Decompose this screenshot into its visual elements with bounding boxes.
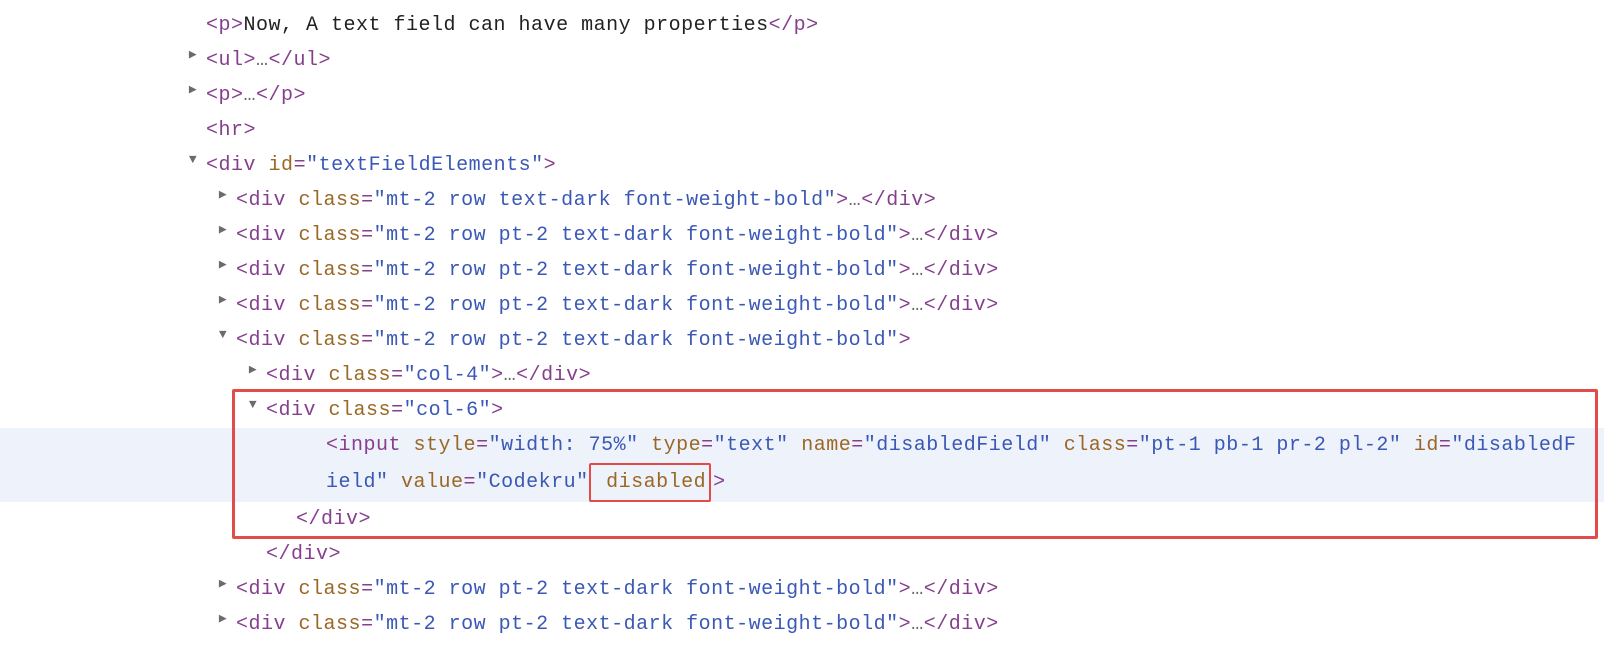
code-line: </div>: [296, 502, 1604, 537]
highlight-box-inner: disabled: [589, 463, 712, 502]
expand-icon[interactable]: ▶: [210, 219, 236, 242]
dom-node-div-col6-close[interactable]: ▶ </div>: [0, 502, 1604, 537]
dom-node-div-row1[interactable]: ▶ <div class="mt-2 row text-dark font-we…: [0, 183, 1604, 218]
dom-node-div-row5-open[interactable]: ▼ <div class="mt-2 row pt-2 text-dark fo…: [0, 323, 1604, 358]
code-line: <div class="mt-2 row pt-2 text-dark font…: [236, 572, 1604, 607]
dom-node-div-row2[interactable]: ▶ <div class="mt-2 row pt-2 text-dark fo…: [0, 218, 1604, 253]
collapse-icon[interactable]: ▼: [180, 149, 206, 172]
code-line: <div class="mt-2 row pt-2 text-dark font…: [236, 607, 1604, 642]
dom-node-div-row5-close[interactable]: ▶ </div>: [0, 537, 1604, 572]
dom-node-div-row3[interactable]: ▶ <div class="mt-2 row pt-2 text-dark fo…: [0, 253, 1604, 288]
expand-icon[interactable]: ▶: [210, 254, 236, 277]
collapse-icon[interactable]: ▼: [240, 394, 266, 417]
code-line: <div class="mt-2 row text-dark font-weig…: [236, 183, 1604, 218]
expand-icon[interactable]: ▶: [180, 79, 206, 102]
code-line: <p>Now, A text field can have many prope…: [206, 8, 1604, 43]
collapse-icon[interactable]: ▼: [210, 324, 236, 347]
code-line: <div class="mt-2 row pt-2 text-dark font…: [236, 323, 1604, 358]
dom-node-p-text[interactable]: ▶ <p>Now, A text field can have many pro…: [0, 8, 1604, 43]
dom-node-div-row4[interactable]: ▶ <div class="mt-2 row pt-2 text-dark fo…: [0, 288, 1604, 323]
code-line: <div id="textFieldElements">: [206, 148, 1604, 183]
dom-node-div-row6[interactable]: ▶ <div class="mt-2 row pt-2 text-dark fo…: [0, 572, 1604, 607]
dom-tree: ▶ <p>Now, A text field can have many pro…: [0, 0, 1604, 642]
dom-node-div-row7[interactable]: ▶ <div class="mt-2 row pt-2 text-dark fo…: [0, 607, 1604, 642]
code-line: <div class="mt-2 row pt-2 text-dark font…: [236, 288, 1604, 323]
code-line: <p>…</p>: [206, 78, 1604, 113]
code-line: <div class="mt-2 row pt-2 text-dark font…: [236, 253, 1604, 288]
expand-icon[interactable]: ▶: [210, 289, 236, 312]
expand-icon[interactable]: ▶: [210, 184, 236, 207]
dom-node-input-disabledfield[interactable]: ▶ <input style="width: 75%" type="text" …: [0, 428, 1604, 502]
dom-node-div-textfieldelements[interactable]: ▼ <div id="textFieldElements">: [0, 148, 1604, 183]
code-line: <ul>…</ul>: [206, 43, 1604, 78]
code-line: <input style="width: 75%" type="text" na…: [326, 428, 1604, 502]
expand-icon[interactable]: ▶: [210, 608, 236, 631]
dom-node-div-col6-open[interactable]: ▼ <div class="col-6">: [0, 393, 1604, 428]
code-line: </div>: [266, 537, 1604, 572]
code-line: <div class="mt-2 row pt-2 text-dark font…: [236, 218, 1604, 253]
expand-icon[interactable]: ▶: [240, 359, 266, 382]
dom-node-ul[interactable]: ▶ <ul>…</ul>: [0, 43, 1604, 78]
code-line: <div class="col-6">: [266, 393, 1604, 428]
expand-icon[interactable]: ▶: [210, 573, 236, 596]
expand-icon[interactable]: ▶: [180, 44, 206, 67]
dom-node-hr[interactable]: ▶ <hr>: [0, 113, 1604, 148]
code-line: <div class="col-4">…</div>: [266, 358, 1604, 393]
code-line: <hr>: [206, 113, 1604, 148]
dom-node-div-col4[interactable]: ▶ <div class="col-4">…</div>: [0, 358, 1604, 393]
dom-node-p[interactable]: ▶ <p>…</p>: [0, 78, 1604, 113]
